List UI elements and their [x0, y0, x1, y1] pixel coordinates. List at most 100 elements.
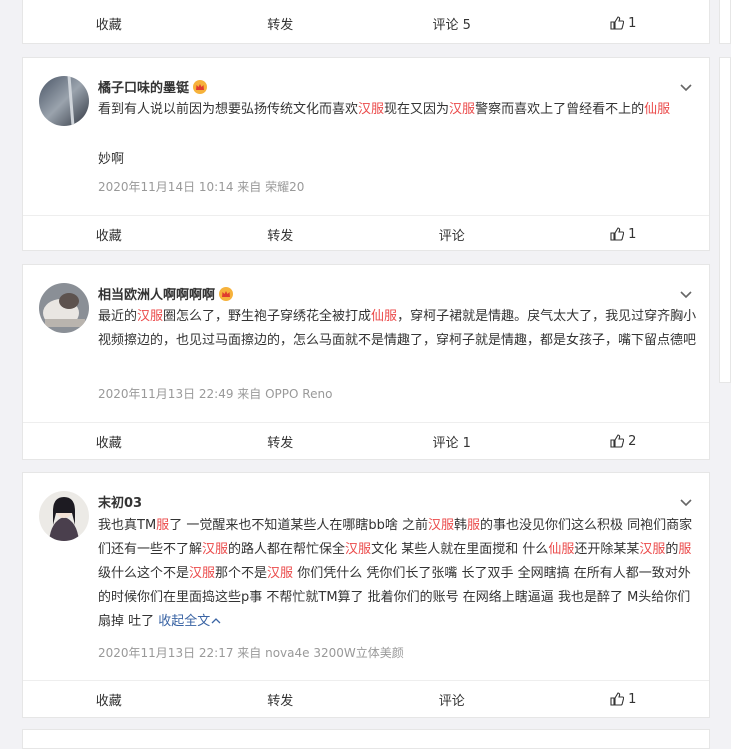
comment-card-next — [22, 729, 710, 749]
avatar-image — [39, 491, 89, 541]
collapse-label: 收起全文 — [158, 614, 211, 629]
share-label: 转发 — [267, 435, 294, 451]
thumbs-up-icon — [610, 434, 625, 448]
text-segment: 韩 — [453, 518, 467, 533]
xianfu-link[interactable]: 仙服 — [371, 309, 397, 324]
text-segment: 的 — [665, 542, 679, 557]
chevron-down-icon[interactable] — [679, 287, 693, 301]
timestamp-source: 2020年11月13日 22:49 来自 OPPO Reno — [98, 387, 333, 401]
comment-label: 评论 — [438, 693, 465, 709]
username[interactable]: 相当欧洲人啊啊啊啊 — [98, 284, 215, 303]
like-count: 2 — [628, 433, 637, 449]
comment-button[interactable]: 评论 — [366, 681, 538, 717]
hanfu-link[interactable]: 汉服 — [189, 566, 215, 581]
share-button[interactable]: 转发 — [195, 681, 367, 717]
collapse-link[interactable]: 收起全文 — [158, 614, 221, 629]
like-button[interactable]: 2 — [538, 423, 710, 459]
share-button[interactable]: 转发 — [195, 5, 367, 41]
like-button[interactable]: 1 — [538, 216, 710, 252]
action-bar: 收藏 转发 评论 1 2 — [23, 422, 709, 459]
chevron-down-icon[interactable] — [679, 495, 693, 509]
text-segment: 级什么这个不是 — [98, 566, 190, 581]
fav-button[interactable]: 收藏 — [23, 216, 195, 252]
avatar[interactable] — [39, 76, 89, 126]
fu-link[interactable]: 服 — [156, 518, 169, 533]
hanfu-link[interactable]: 汉服 — [137, 309, 163, 324]
user-row: 相当欧洲人啊啊啊啊 — [98, 284, 234, 303]
hanfu-link[interactable]: 汉服 — [267, 566, 293, 581]
fu-link[interactable]: 服 — [467, 518, 480, 533]
comment-label: 评论 — [438, 228, 465, 244]
comment-text: 我也真TM服了 一觉醒来也不知道某些人在哪瞎bb啥 之前汉服韩服的事也没见你们这… — [98, 514, 700, 634]
comment-label: 评论 5 — [432, 17, 471, 33]
crown-badge-icon — [219, 286, 234, 301]
like-button[interactable]: 1 — [538, 5, 710, 41]
fav-button[interactable]: 收藏 — [23, 5, 195, 41]
comment-text: 最近的汉服圈怎么了，野生袍子穿绣花全被打成仙服，穿柯子裙就是情趣。戾气太大了，我… — [98, 305, 700, 353]
text-segment: 还开除某某 — [574, 542, 640, 557]
action-bar: 收藏 转发 评论 1 — [23, 215, 709, 252]
avatar[interactable] — [39, 491, 89, 541]
timestamp-source: 2020年11月14日 10:14 来自 荣耀20 — [98, 180, 305, 194]
share-button[interactable]: 转发 — [195, 423, 367, 459]
fav-label: 收藏 — [95, 693, 122, 709]
comment-card-1: 橘子口味的墨铤 看到有人说以前因为想要弘扬传统文化而喜欢汉服现在又因为汉服警察而… — [22, 57, 710, 251]
action-bar: 收藏 转发 评论 1 — [23, 680, 709, 717]
thumbs-up-icon — [610, 16, 625, 30]
avatar-image — [39, 76, 89, 126]
timestamp-source: 2020年11月13日 22:17 来自 nova4e 3200W立体美颜 — [98, 646, 404, 660]
thumbs-up-icon — [610, 692, 625, 706]
avatar[interactable] — [39, 283, 89, 333]
user-row: 橘子口味的墨铤 — [98, 77, 208, 96]
comment-button[interactable]: 评论 5 — [366, 5, 538, 41]
text-segment: 圈怎么了，野生袍子穿绣花全被打成 — [163, 309, 372, 324]
xianfu-link[interactable]: 仙服 — [644, 102, 670, 117]
text-segment: 了 一觉醒来也不知道某些人在哪瞎bb啥 之前 — [169, 518, 428, 533]
fav-label: 收藏 — [95, 228, 122, 244]
like-count: 1 — [628, 226, 637, 242]
text-segment: 警察而喜欢上了曾经看不上的 — [475, 102, 645, 117]
like-count: 1 — [628, 691, 637, 707]
fav-button[interactable]: 收藏 — [23, 423, 195, 459]
comment-label: 评论 1 — [432, 435, 471, 451]
xianfu-link[interactable]: 仙服 — [548, 542, 574, 557]
avatar-image — [39, 283, 89, 333]
hanfu-link[interactable]: 汉服 — [345, 542, 371, 557]
comment-card-0: 收藏 转发 评论 5 1 — [22, 0, 710, 44]
rail-panel — [719, 0, 731, 44]
comment-card-3: 末初03 我也真TM服了 一觉醒来也不知道某些人在哪瞎bb啥 之前汉服韩服的事也… — [22, 472, 710, 718]
action-bar: 收藏 转发 评论 5 1 — [23, 5, 709, 41]
rail-panel — [719, 57, 731, 383]
fav-label: 收藏 — [95, 435, 122, 451]
hanfu-link[interactable]: 汉服 — [428, 518, 454, 533]
username[interactable]: 橘子口味的墨铤 — [98, 77, 189, 96]
share-label: 转发 — [267, 17, 294, 33]
fav-button[interactable]: 收藏 — [23, 681, 195, 717]
text-segment: 文化 某些人就在里面搅和 什么 — [371, 542, 549, 557]
share-label: 转发 — [267, 693, 294, 709]
chevron-down-icon[interactable] — [679, 80, 693, 94]
hanfu-link[interactable]: 汉服 — [358, 102, 384, 117]
hanfu-link[interactable]: 汉服 — [449, 102, 475, 117]
comment-text: 看到有人说以前因为想要弘扬传统文化而喜欢汉服现在又因为汉服警察而喜欢上了曾经看不… — [98, 98, 700, 122]
share-button[interactable]: 转发 — [195, 216, 367, 252]
text-segment: 看到有人说以前因为想要弘扬传统文化而喜欢 — [98, 102, 359, 117]
comment-button[interactable]: 评论 1 — [366, 423, 538, 459]
fav-label: 收藏 — [95, 17, 122, 33]
text-segment: 的路人都在帮忙保全 — [228, 542, 346, 557]
like-button[interactable]: 1 — [538, 681, 710, 717]
user-row: 末初03 — [98, 492, 142, 511]
comment-card-2: 相当欧洲人啊啊啊啊 最近的汉服圈怎么了，野生袍子穿绣花全被打成仙服，穿柯子裙就是… — [22, 264, 710, 460]
fu-link[interactable]: 服 — [678, 542, 691, 557]
share-label: 转发 — [267, 228, 294, 244]
comment-text-line2: 妙啊 — [98, 152, 125, 167]
username[interactable]: 末初03 — [98, 492, 142, 511]
chevron-up-icon — [211, 618, 221, 624]
crown-badge-icon — [193, 79, 208, 94]
hanfu-link[interactable]: 汉服 — [639, 542, 665, 557]
text-segment: 我也真TM — [98, 518, 157, 533]
text-segment: 最近的 — [98, 309, 138, 324]
hanfu-link[interactable]: 汉服 — [202, 542, 228, 557]
text-segment: 那个不是 — [215, 566, 268, 581]
comment-button[interactable]: 评论 — [366, 216, 538, 252]
